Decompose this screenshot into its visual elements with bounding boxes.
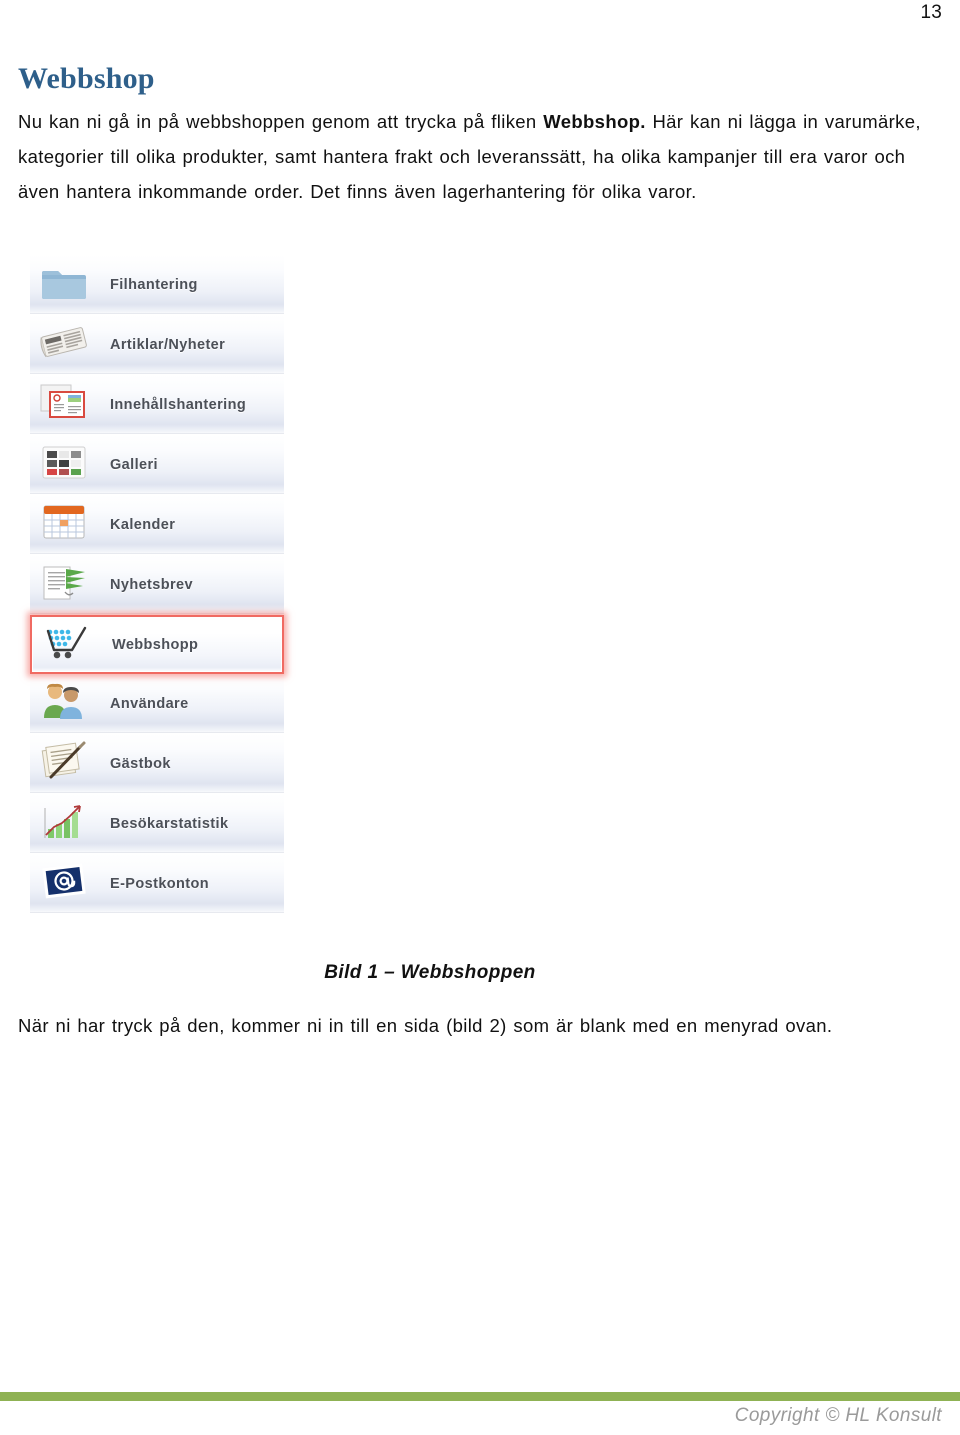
users-icon — [38, 678, 100, 730]
figure-webbshoppen-menu: Filhantering Artiklar/Nyheter Innehållsh… — [30, 252, 284, 916]
footer-rule — [0, 1392, 960, 1401]
calendar-icon — [38, 499, 100, 551]
page-title: Webbshop — [18, 62, 155, 95]
shopping-cart-icon — [40, 619, 102, 671]
menu-item-artiklar-nyheter[interactable]: Artiklar/Nyheter — [30, 315, 284, 375]
menu-item-bes-karstatistik[interactable]: Besökarstatistik — [30, 794, 284, 854]
guestbook-pen-icon — [38, 738, 100, 790]
menu-item-label: Galleri — [110, 456, 158, 473]
gallery-grid-icon — [38, 439, 100, 491]
intro-text-part1: Nu kan ni gå in på webbshoppen genom att… — [18, 111, 544, 132]
menu-item-label: Innehållshantering — [110, 396, 247, 413]
menu-item-filhantering[interactable]: Filhantering — [30, 255, 284, 315]
menu-item-label: Användare — [110, 695, 189, 712]
menu-item-label: Besökarstatistik — [110, 815, 229, 832]
figure-caption: Bild 1 – Webbshoppen — [324, 962, 536, 983]
menu-item-label: Gästbok — [110, 755, 171, 772]
menu-item-label: Artiklar/Nyheter — [110, 336, 226, 353]
cms-side-menu: Filhantering Artiklar/Nyheter Innehållsh… — [30, 252, 284, 916]
page-number: 13 — [920, 2, 942, 23]
menu-item-g-stbok[interactable]: Gästbok — [30, 734, 284, 794]
menu-item-label: Nyhetsbrev — [110, 576, 193, 593]
menu-item-kalender[interactable]: Kalender — [30, 495, 284, 555]
menu-item-galleri[interactable]: Galleri — [30, 435, 284, 495]
bar-chart-icon — [38, 798, 100, 850]
menu-item-anv-ndare[interactable]: Användare — [30, 674, 284, 734]
menu-item-label: Webbshopp — [112, 636, 199, 653]
footer-copyright: Copyright © HL Konsult — [734, 1405, 942, 1426]
menu-item-nyhetsbrev[interactable]: Nyhetsbrev — [30, 555, 284, 615]
intro-bold-webbshop: Webbshop. — [543, 111, 646, 132]
email-stamp-icon — [38, 858, 100, 910]
menu-item-label: Filhantering — [110, 276, 198, 293]
menu-item-label: E-Postkonton — [110, 875, 210, 892]
intro-paragraph: Nu kan ni gå in på webbshoppen genom att… — [18, 104, 942, 209]
menu-item-e-postkonton[interactable]: E-Postkonton — [30, 854, 284, 913]
menu-item-webbshopp[interactable]: Webbshopp — [30, 615, 284, 674]
document-content: Webbshop Nu kan ni gå in på webbshoppen … — [18, 62, 942, 209]
newspaper-icon — [38, 319, 100, 371]
presentation-icon — [38, 379, 100, 431]
menu-item-inneh-llshantering[interactable]: Innehållshantering — [30, 375, 284, 435]
folder-icon — [38, 259, 100, 311]
newsletter-icon — [38, 559, 100, 611]
menu-item-label: Kalender — [110, 516, 176, 533]
trailing-paragraph: När ni har tryck på den, kommer ni in ti… — [18, 1015, 833, 1036]
